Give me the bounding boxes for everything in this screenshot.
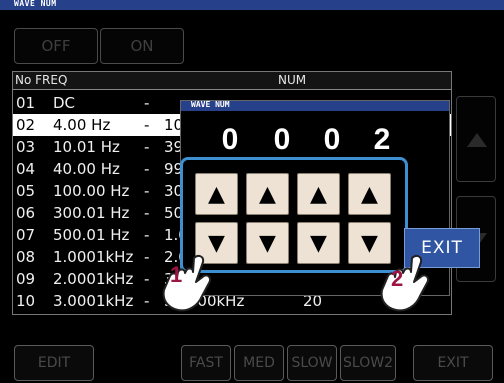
slow2-label: SLOW2 xyxy=(343,355,393,371)
digit-4: 2 xyxy=(373,123,391,156)
digit-1: 0 xyxy=(221,123,239,156)
on-button[interactable]: ON xyxy=(100,28,184,64)
dialog-title: WAVE NUM xyxy=(191,100,230,109)
digit-3: 0 xyxy=(323,123,341,156)
on-label: ON xyxy=(130,37,154,55)
window-title: WAVE NUM xyxy=(14,0,57,8)
off-label: OFF xyxy=(41,37,71,55)
slow2-button[interactable]: SLOW2 xyxy=(340,345,396,381)
edit-button[interactable]: EDIT xyxy=(14,345,94,381)
med-button[interactable]: MED xyxy=(234,345,284,381)
digit-3-down-button[interactable]: ▼ xyxy=(297,222,340,264)
fast-button[interactable]: FAST xyxy=(181,345,231,381)
up-arrow-icon: ▲ xyxy=(208,181,225,207)
exit-button[interactable]: EXIT xyxy=(413,345,493,381)
callout-number-1: 1 xyxy=(170,262,183,287)
up-arrow-icon: ▲ xyxy=(361,181,378,207)
fast-label: FAST xyxy=(189,355,223,371)
digit-2-up-button[interactable]: ▲ xyxy=(246,173,289,215)
title-bar: WAVE NUM xyxy=(0,0,504,10)
scroll-up-button[interactable] xyxy=(456,96,496,182)
table-header: No FREQ NUM xyxy=(13,72,451,90)
off-button[interactable]: OFF xyxy=(14,28,98,64)
exit-label: EXIT xyxy=(437,355,469,371)
header-no-freq: No FREQ xyxy=(15,73,68,87)
edit-label: EDIT xyxy=(37,355,71,371)
digit-2-down-button[interactable]: ▼ xyxy=(246,222,289,264)
header-num: NUM xyxy=(278,73,307,87)
scroll-up-icon xyxy=(467,133,487,147)
up-arrow-icon: ▲ xyxy=(259,181,276,207)
digit-4-up-button[interactable]: ▲ xyxy=(348,173,391,215)
pointing-hand-icon-2 xyxy=(380,254,430,312)
dialog-title-bar: WAVE NUM xyxy=(181,100,449,111)
up-arrow-icon: ▲ xyxy=(310,181,327,207)
med-label: MED xyxy=(243,355,275,371)
pointing-hand-icon-1 xyxy=(162,254,212,312)
slow-button[interactable]: SLOW xyxy=(287,345,337,381)
digit-2: 0 xyxy=(273,123,291,156)
digit-1-up-button[interactable]: ▲ xyxy=(195,173,238,215)
callout-number-2: 2 xyxy=(391,266,404,291)
digit-3-up-button[interactable]: ▲ xyxy=(297,173,340,215)
slow-label: SLOW xyxy=(291,355,333,371)
down-arrow-icon: ▼ xyxy=(310,230,327,256)
down-arrow-icon: ▼ xyxy=(259,230,276,256)
